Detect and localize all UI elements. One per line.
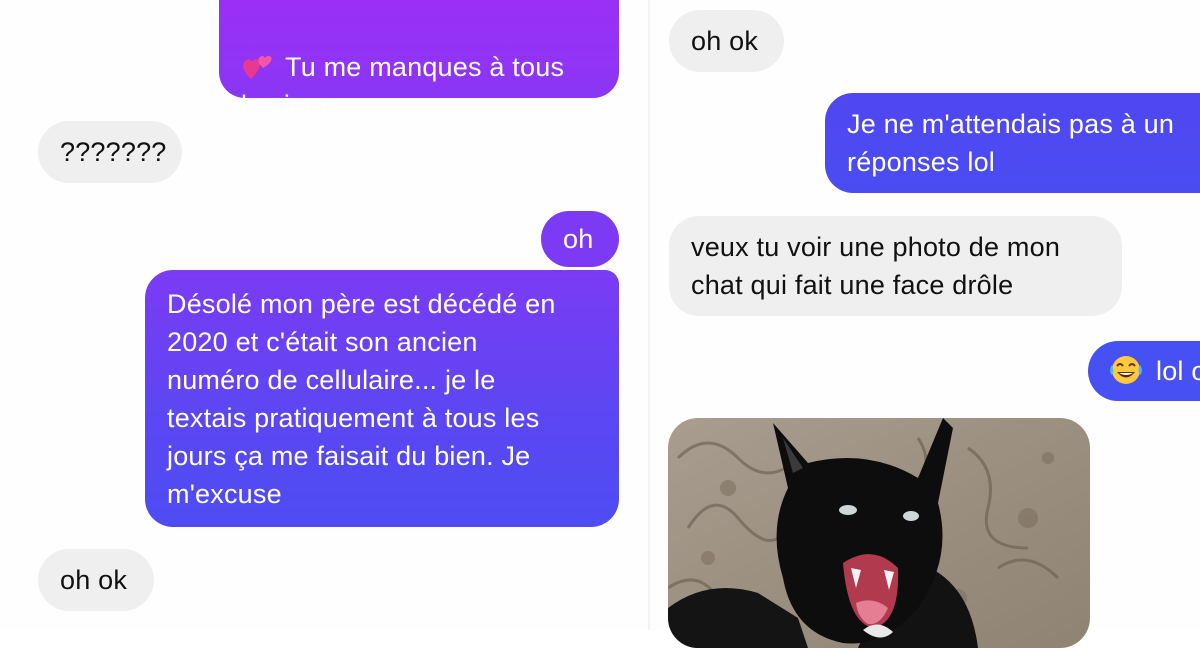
received-message-oh-ok[interactable]: oh ok: [38, 549, 154, 611]
sent-message-miss-you[interactable]: Tu me manques à tous les jours: [219, 0, 619, 120]
laughing-tears-icon: [1110, 355, 1142, 384]
received-message-oh-ok-2[interactable]: oh ok: [669, 10, 784, 72]
sent-message-explanation[interactable]: Désolé mon père est décédé en 2020 et c'…: [145, 270, 619, 527]
cat-photo[interactable]: [668, 418, 1090, 648]
sent-message-unexpected[interactable]: Je ne m'attendais pas à un réponses lol: [825, 93, 1200, 193]
cat-photo-image: [668, 418, 1090, 648]
received-message-question[interactable]: ???????: [38, 121, 182, 183]
two-hearts-icon: [243, 55, 272, 79]
left-chat-panel: Tu me manques à tous les jours ??????? o…: [0, 0, 650, 630]
received-message-photo-offer[interactable]: veux tu voir une photo de mon chat qui f…: [669, 216, 1122, 316]
sent-message-oh[interactable]: oh: [541, 211, 619, 267]
sent-message-lol[interactable]: lol o: [1088, 341, 1200, 401]
